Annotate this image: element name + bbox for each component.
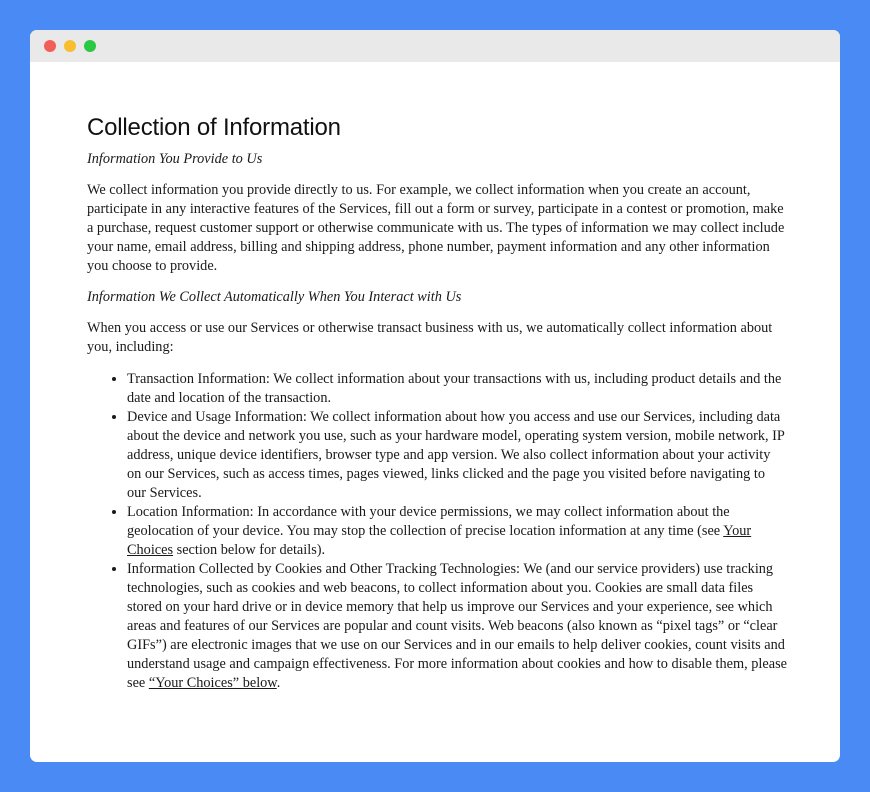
list-item-cookies-tracking: Information Collected by Cookies and Oth… [127, 560, 787, 693]
paragraph-info-collected-automatically: When you access or use our Services or o… [87, 320, 773, 355]
subheading-info-you-provide: Information You Provide to Us [87, 151, 263, 167]
list-item-location-information: Location Information: In accordance with… [127, 503, 787, 560]
list-item-text: Device and Usage Information: We collect… [127, 409, 785, 501]
page-title: Collection of Information [87, 114, 341, 141]
window-titlebar [30, 30, 840, 62]
list-item-text: Transaction Information: We collect info… [127, 371, 782, 406]
subheading-info-collected-automatically: Information We Collect Automatically Whe… [87, 289, 462, 305]
list-item-text: Location Information: In accordance with… [127, 504, 730, 539]
browser-window: Collection of Information Information Yo… [30, 30, 840, 762]
policy-content: Collection of Information Information Yo… [87, 113, 787, 693]
collected-info-list: Transaction Information: We collect info… [87, 370, 787, 693]
close-window-icon[interactable] [44, 40, 56, 52]
list-item-transaction-information: Transaction Information: We collect info… [127, 370, 787, 408]
list-item-text: . [276, 675, 281, 691]
list-item-device-usage-information: Device and Usage Information: We collect… [127, 408, 787, 503]
list-item-text: Information Collected by Cookies and Oth… [127, 561, 787, 691]
maximize-window-icon[interactable] [84, 40, 96, 52]
list-item-text: section below for details). [173, 542, 326, 558]
your-choices-below-link[interactable]: “Your Choices” below [149, 675, 277, 691]
minimize-window-icon[interactable] [64, 40, 76, 52]
paragraph-info-you-provide: We collect information you provide direc… [87, 182, 785, 274]
